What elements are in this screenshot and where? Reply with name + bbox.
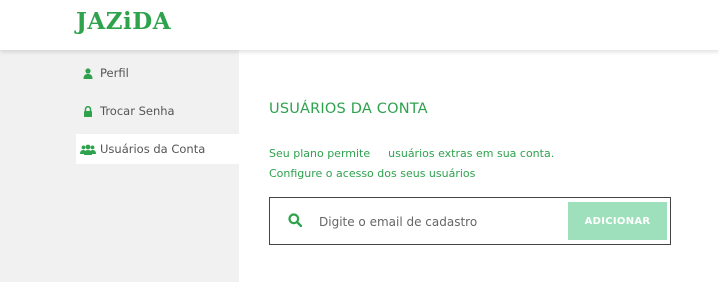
sidebar-item-label: Perfil [100,66,129,80]
user-icon [80,67,96,79]
sidebar-item-usuarios-da-conta[interactable]: Usuários da Conta [76,134,239,164]
top-header: JAZiDA [0,0,719,50]
page-title: USUÁRIOS DA CONTA [269,101,428,117]
plan-limit-text: Seu plano permite usuários extras em sua … [269,147,554,160]
sidebar-item-perfil[interactable]: Perfil [76,58,239,88]
lock-icon [80,105,96,117]
email-input[interactable] [317,210,561,234]
sidebar: Perfil Trocar Senha Usuários da Conta [76,50,239,164]
users-icon [80,144,96,155]
jazida-logo[interactable]: JAZiDA [76,8,171,35]
search-icon [288,212,303,231]
plan-limit-suffix: usuários extras em sua conta. [388,147,555,160]
add-user-button[interactable]: ADICIONAR [568,202,667,240]
sidebar-item-trocar-senha[interactable]: Trocar Senha [76,96,239,126]
add-user-form: ADICIONAR [269,197,671,245]
sidebar-item-label: Usuários da Conta [100,142,206,156]
sidebar-item-label: Trocar Senha [100,104,175,118]
configure-access-text: Configure o acesso dos seus usuários [269,167,476,180]
plan-limit-prefix: Seu plano permite [269,147,371,160]
